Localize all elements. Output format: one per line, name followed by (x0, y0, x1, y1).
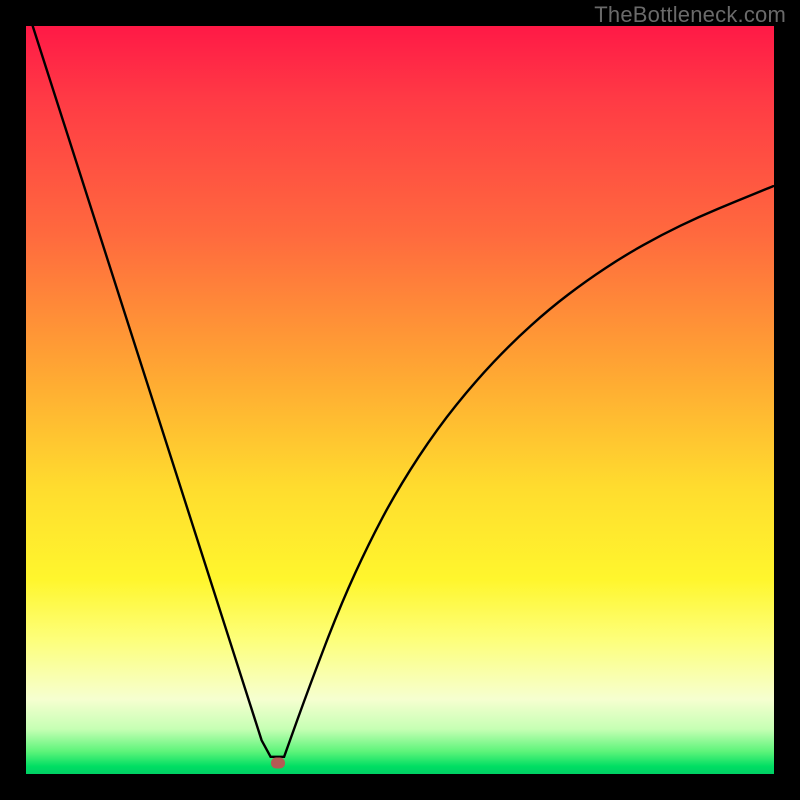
chart-stage: TheBottleneck.com (0, 0, 800, 800)
minimum-marker (271, 757, 285, 768)
watermark-text: TheBottleneck.com (594, 2, 786, 28)
curve-svg (26, 26, 774, 774)
bottleneck-curve (33, 26, 774, 757)
plot-area (26, 26, 774, 774)
